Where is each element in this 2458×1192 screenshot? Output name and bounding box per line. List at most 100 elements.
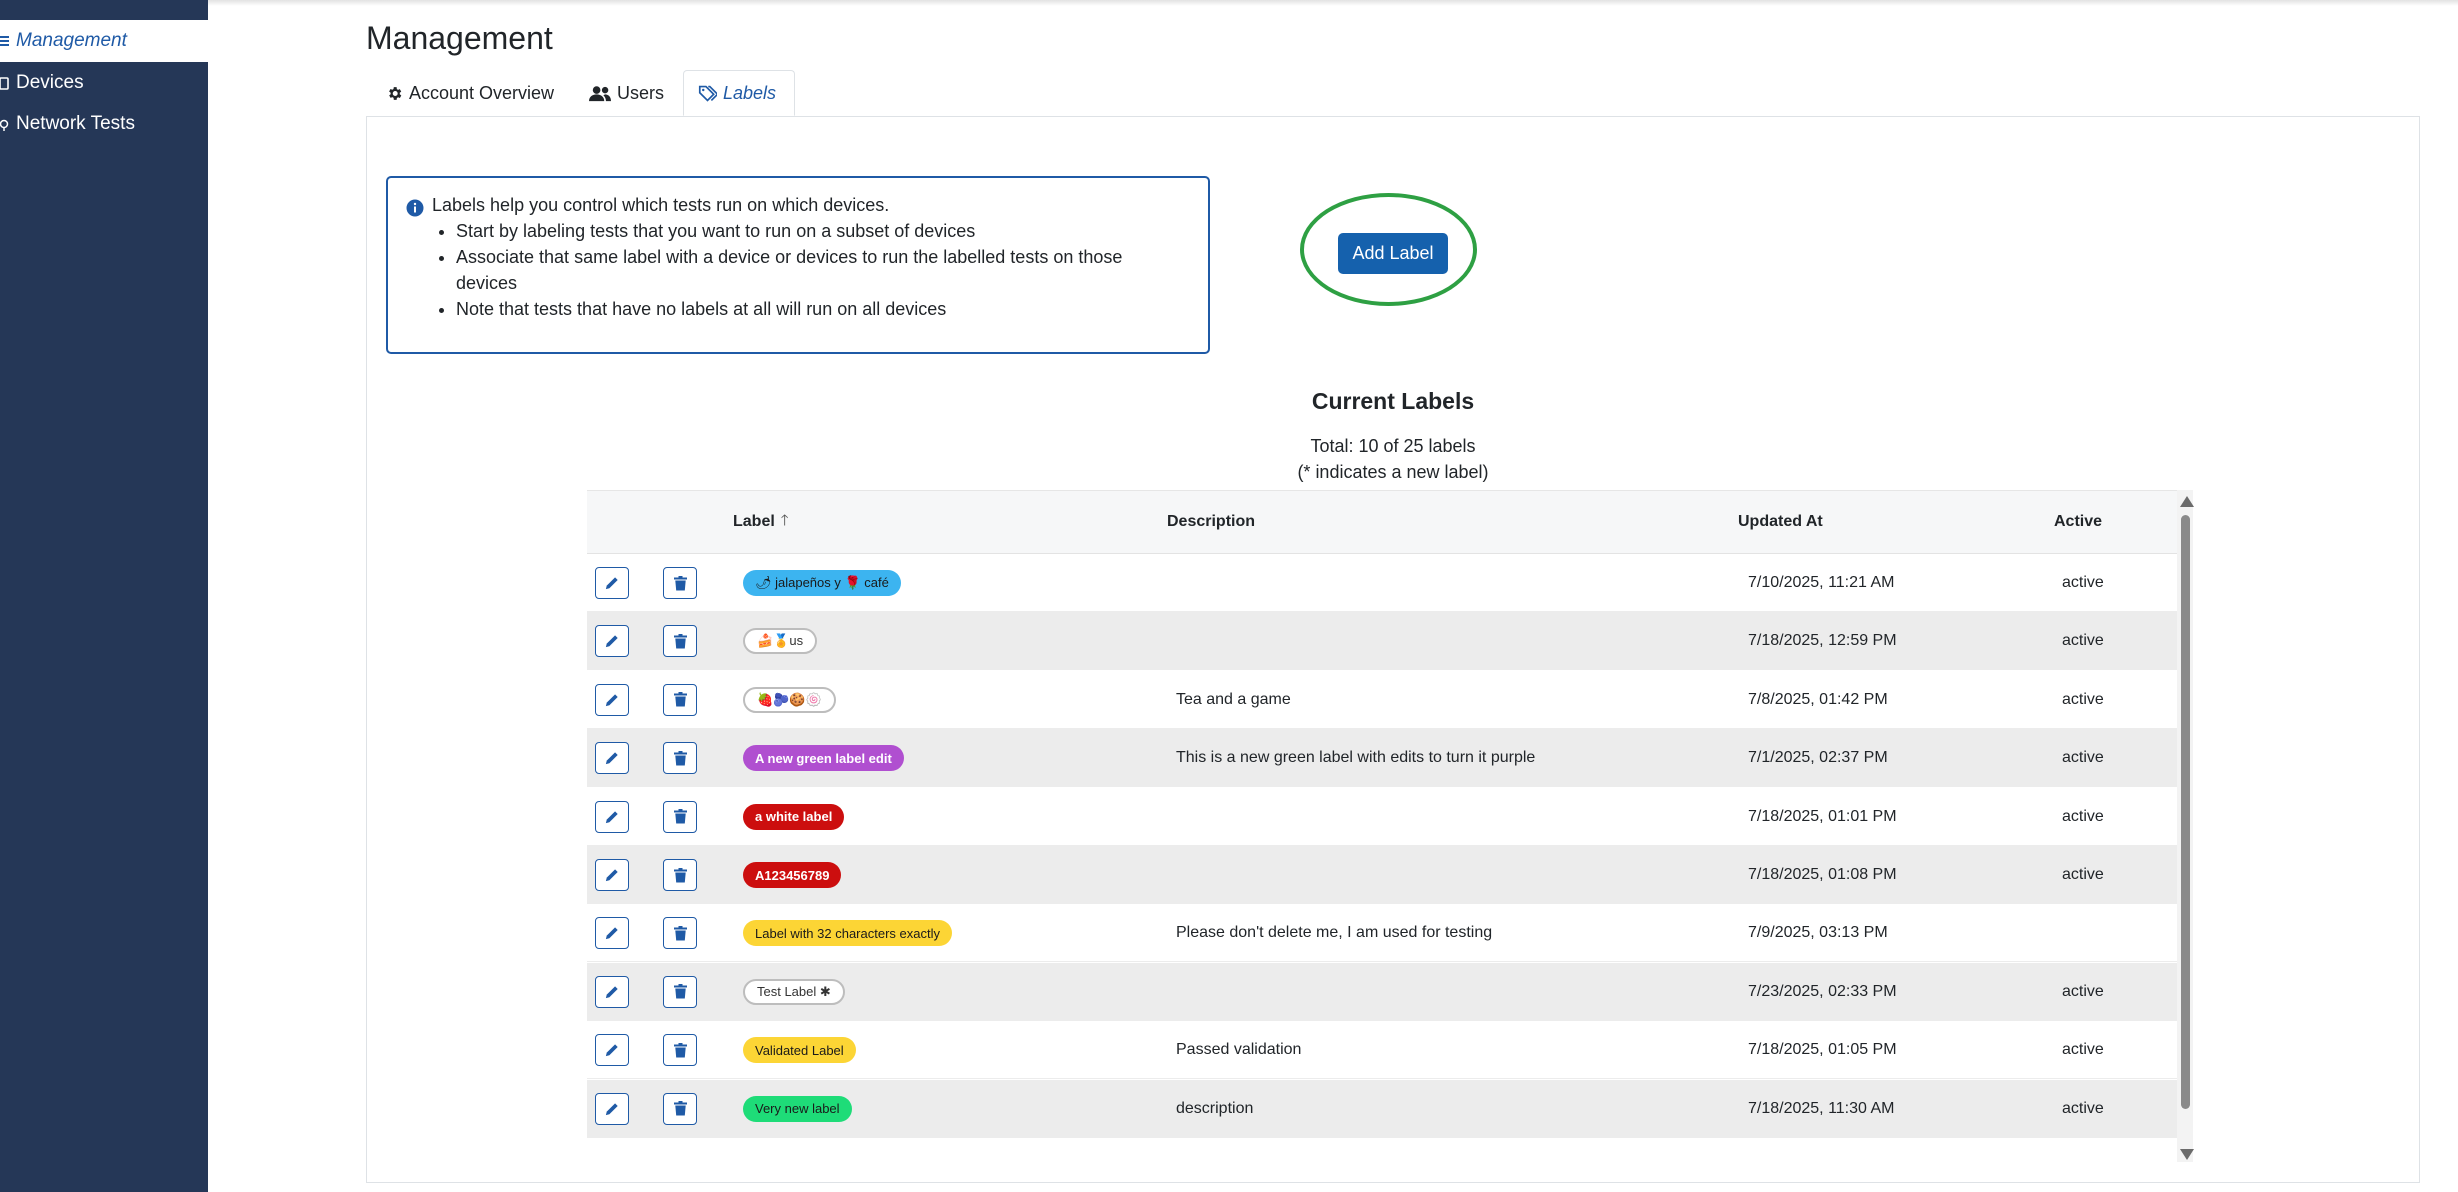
scroll-down-arrow-icon[interactable]: [2180, 1149, 2194, 1160]
sidebar-item-label: Management: [16, 30, 127, 51]
scroll-up-arrow-icon[interactable]: [2180, 496, 2194, 507]
table-row: A123456789 7/18/2025, 01:08 PM active: [587, 846, 2177, 904]
tab-label: Users: [617, 82, 665, 103]
tab-account-overview[interactable]: Account Overview: [372, 70, 568, 116]
trash-icon: [673, 633, 687, 649]
top-shadow: [208, 0, 2458, 6]
edit-button[interactable]: [595, 859, 629, 891]
description-cell: description: [1176, 1099, 1254, 1117]
delete-button[interactable]: [663, 683, 697, 716]
trash-icon: [673, 692, 687, 707]
pencil-icon: [605, 1043, 619, 1057]
delete-button[interactable]: [663, 625, 697, 658]
page-title: Management: [366, 20, 553, 56]
label-pill[interactable]: Validated Label: [743, 1037, 856, 1064]
scrollbar-thumb[interactable]: [2181, 515, 2190, 1109]
sidebar: Management Devices Network Tests: [0, 0, 208, 1192]
sidebar-item-devices[interactable]: Devices: [0, 62, 208, 104]
edit-button[interactable]: [595, 917, 629, 950]
edit-button[interactable]: [595, 1034, 629, 1067]
table-row: 🍰🏅us 7/18/2025, 12:59 PM active: [587, 612, 2177, 671]
edit-button[interactable]: [595, 742, 629, 775]
label-pill[interactable]: Test Label ✱: [743, 978, 845, 1005]
current-labels-title: Current Labels: [1311, 388, 1475, 414]
sidebar-item-management[interactable]: Management: [0, 20, 208, 62]
label-pill[interactable]: 🍰🏅us: [743, 628, 818, 655]
updated-at-cell: 7/1/2025, 02:37 PM: [1748, 749, 1888, 767]
trash-icon: [673, 925, 687, 941]
delete-button[interactable]: [663, 1092, 697, 1125]
column-header-description[interactable]: Description: [1167, 491, 1255, 553]
sidebar-item-label: Network Tests: [16, 113, 135, 134]
edit-button[interactable]: [595, 1092, 629, 1125]
gear-icon: [389, 86, 402, 100]
add-label-button[interactable]: Add Label: [1338, 233, 1448, 274]
edit-button[interactable]: [595, 625, 629, 658]
updated-at-cell: 7/8/2025, 01:42 PM: [1748, 690, 1888, 708]
updated-at-cell: 7/10/2025, 11:21 AM: [1748, 574, 1895, 591]
labels-info-box: Labels help you control which tests run …: [386, 176, 1210, 354]
delete-button[interactable]: [663, 567, 697, 599]
label-pill[interactable]: Very new label: [743, 1095, 852, 1122]
updated-at-cell: 7/18/2025, 01:05 PM: [1748, 1041, 1897, 1059]
delete-button[interactable]: [663, 800, 697, 833]
active-cell: active: [2062, 807, 2104, 825]
trash-icon: [673, 575, 687, 591]
column-header-updated-at[interactable]: Updated At: [1738, 491, 1823, 553]
label-pill[interactable]: 🌶 jalapeños y 🌹 café: [743, 570, 901, 596]
delete-button[interactable]: [663, 742, 697, 775]
trash-icon: [673, 809, 687, 824]
active-cell: active: [2062, 632, 2104, 650]
label-pill[interactable]: A123456789: [743, 862, 842, 888]
table-row: 🌶 jalapeños y 🌹 café 7/10/2025, 11:21 AM a…: [587, 554, 2177, 612]
pencil-icon: [605, 634, 619, 648]
label-pill[interactable]: a white label: [743, 803, 845, 830]
trash-icon: [673, 867, 687, 883]
trash-icon: [673, 750, 687, 766]
edit-button[interactable]: [595, 800, 629, 833]
description-cell: This is a new green label with edits to …: [1176, 749, 1536, 767]
info-bullet-list: Start by labeling tests that you want to…: [432, 218, 1176, 322]
list-icon: [0, 35, 12, 47]
labels-table: Label 🡑 Description Updated At Active 🌶 …: [587, 490, 2177, 1138]
column-header-active[interactable]: Active: [2054, 491, 2102, 553]
table-header: Label 🡑 Description Updated At Active: [587, 490, 2177, 554]
tab-users[interactable]: Users: [575, 70, 678, 116]
table-row: Test Label ✱ 7/23/2025, 02:33 PM active: [587, 962, 2177, 1021]
active-cell: active: [2062, 1099, 2104, 1117]
edit-button[interactable]: [595, 975, 629, 1008]
table-row: A new green label edit This is a new gree…: [587, 729, 2177, 788]
pencil-icon: [605, 751, 619, 765]
sidebar-item-label: Devices: [16, 72, 84, 93]
info-bullet: Start by labeling tests that you want to…: [456, 218, 1176, 244]
updated-at-cell: 7/18/2025, 12:59 PM: [1748, 632, 1897, 650]
tab-labels[interactable]: Labels: [683, 70, 795, 116]
description-cell: Please don't delete me, I am used for te…: [1176, 924, 1493, 942]
label-pill[interactable]: Label with 32 characters exactly: [743, 920, 952, 947]
arrow-up-icon: 🡑: [780, 511, 789, 529]
tab-label: Labels: [723, 82, 777, 103]
pencil-icon: [605, 985, 619, 999]
updated-at-cell: 7/18/2025, 01:01 PM: [1748, 807, 1897, 825]
device-icon: [0, 76, 12, 90]
delete-button[interactable]: [663, 917, 697, 950]
label-pill[interactable]: A new green label edit: [743, 745, 904, 772]
delete-button[interactable]: [663, 1034, 697, 1067]
sidebar-item-network-tests[interactable]: Network Tests: [0, 103, 208, 145]
edit-button[interactable]: [595, 567, 629, 599]
pencil-icon: [605, 926, 619, 940]
delete-button[interactable]: [663, 859, 697, 891]
updated-at-cell: 7/23/2025, 02:33 PM: [1748, 982, 1897, 1000]
updated-at-cell: 7/9/2025, 03:13 PM: [1748, 924, 1888, 942]
delete-button[interactable]: [663, 975, 697, 1008]
pencil-icon: [605, 1102, 619, 1116]
column-header-label[interactable]: Label 🡑: [733, 491, 789, 553]
pencil-icon: [605, 693, 619, 707]
trash-icon: [673, 1042, 687, 1058]
new-label-note: (* indicates a new label): [1297, 462, 1489, 482]
pencil-icon: [605, 810, 619, 824]
active-cell: active: [2062, 574, 2104, 591]
updated-at-cell: 7/18/2025, 01:08 PM: [1748, 866, 1897, 883]
edit-button[interactable]: [595, 683, 629, 716]
label-pill[interactable]: 🍓🫐🍪🍥: [743, 686, 836, 713]
